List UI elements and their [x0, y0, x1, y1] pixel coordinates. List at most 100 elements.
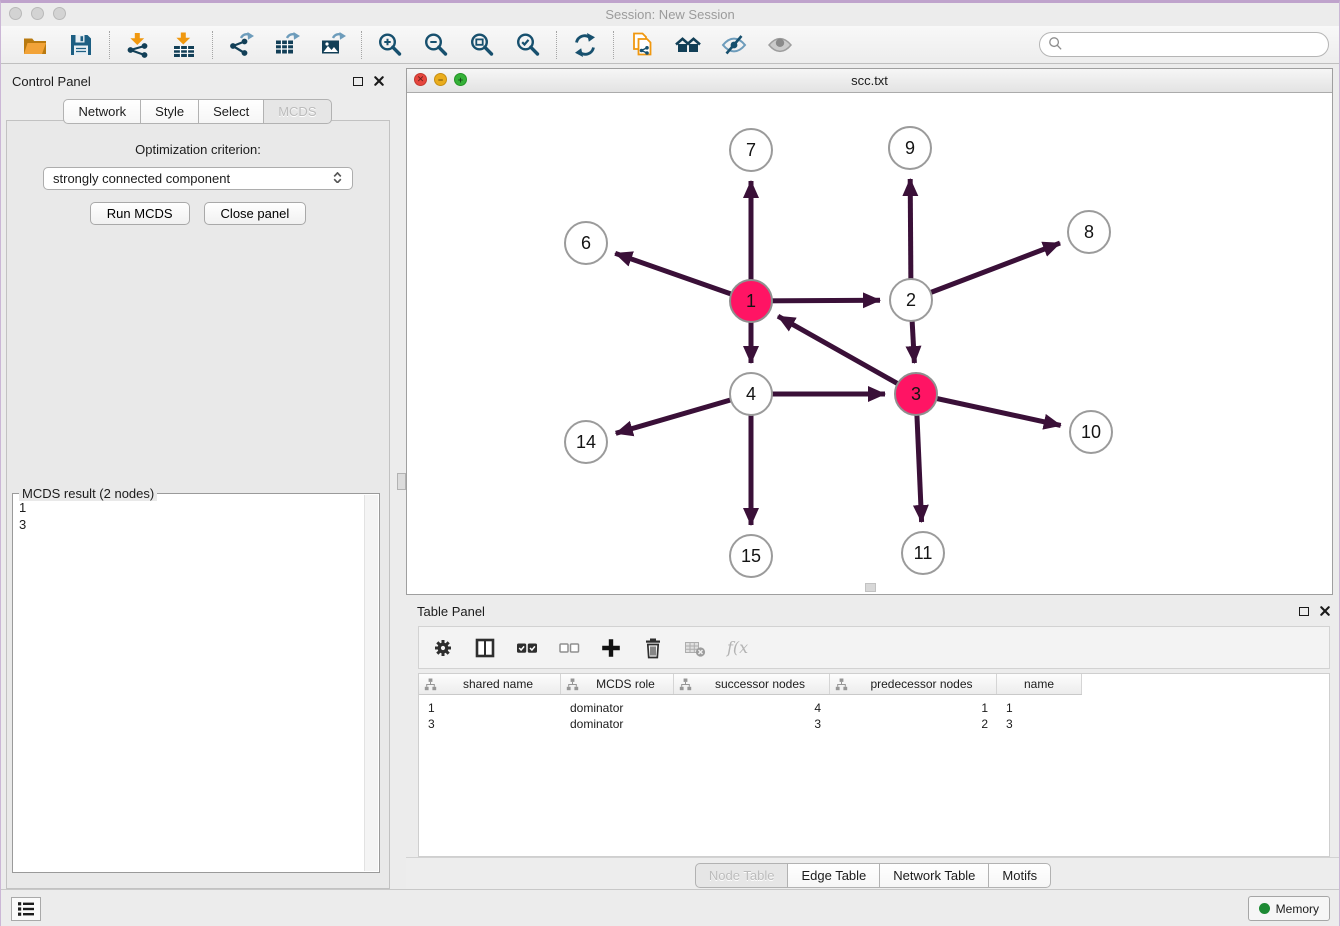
- close-x-icon: [374, 76, 384, 86]
- minimize-window-button[interactable]: [31, 7, 44, 20]
- export-image-button[interactable]: [320, 32, 346, 58]
- graph-node-2[interactable]: 2: [890, 279, 932, 321]
- zoom-fit-button[interactable]: [469, 32, 495, 58]
- tab-select[interactable]: Select: [198, 99, 264, 124]
- window-controls[interactable]: [9, 7, 66, 20]
- close-panel-button[interactable]: Close panel: [204, 202, 307, 225]
- network-minimize-button[interactable]: −: [434, 73, 447, 86]
- save-session-button[interactable]: [68, 32, 94, 58]
- table-row[interactable]: 1dominator411: [419, 700, 1329, 716]
- graph-node-1[interactable]: 1: [730, 280, 772, 322]
- graph-node-14[interactable]: 14: [565, 421, 607, 463]
- delete-columns-button[interactable]: [641, 636, 665, 660]
- close-table-panel-icon[interactable]: [1320, 604, 1330, 619]
- table-cell[interactable]: 3: [419, 717, 561, 731]
- network-maximize-button[interactable]: +: [454, 73, 467, 86]
- node-label: 7: [746, 140, 756, 160]
- edge-3-1[interactable]: [778, 316, 916, 394]
- table-tab-edge-table[interactable]: Edge Table: [787, 863, 880, 888]
- table-cell[interactable]: 1: [830, 701, 997, 715]
- graph-node-10[interactable]: 10: [1070, 411, 1112, 453]
- close-x-icon: [1320, 606, 1330, 616]
- search-input[interactable]: [1067, 36, 1320, 53]
- run-mcds-button[interactable]: Run MCDS: [90, 202, 190, 225]
- import-network-button[interactable]: [125, 32, 151, 58]
- table-header-row: shared nameMCDS rolesuccessor nodes prede…: [419, 674, 1082, 695]
- show-all-button[interactable]: [767, 32, 793, 58]
- table-cell[interactable]: 3: [674, 717, 830, 731]
- edge-3-10[interactable]: [916, 394, 1061, 425]
- table-cell[interactable]: 1: [997, 701, 1082, 715]
- zoom-selected-button[interactable]: [515, 32, 541, 58]
- table-cell[interactable]: 1: [419, 701, 561, 715]
- open-file-button[interactable]: [22, 32, 48, 58]
- float-panel-icon[interactable]: [353, 77, 363, 86]
- close-window-button[interactable]: [9, 7, 22, 20]
- criterion-select[interactable]: strongly connected component: [43, 167, 353, 190]
- table-cell[interactable]: dominator: [561, 717, 674, 731]
- export-table-button[interactable]: [274, 32, 300, 58]
- toolbar-group: [362, 32, 556, 58]
- result-scrollbar[interactable]: [364, 495, 378, 871]
- graph-node-3[interactable]: 3: [895, 373, 937, 415]
- network-canvas[interactable]: 7 9 6 8 1 2 4 3 14 10 15 11: [407, 93, 1332, 594]
- column-label: predecessor nodes: [852, 677, 991, 691]
- deselect-all-rows-button[interactable]: [557, 636, 581, 660]
- column-header-predecessor-nodes[interactable]: predecessor nodes: [830, 674, 997, 694]
- task-history-button[interactable]: [11, 897, 41, 921]
- table-cell[interactable]: 2: [830, 717, 997, 731]
- table-tab-node-table[interactable]: Node Table: [695, 863, 789, 888]
- select-all-rows-button[interactable]: [515, 636, 539, 660]
- first-neighbors-button[interactable]: [675, 32, 701, 58]
- graph-node-4[interactable]: 4: [730, 373, 772, 415]
- zoom-out-button[interactable]: [423, 32, 449, 58]
- export-network-button[interactable]: [228, 32, 254, 58]
- tree-icon: [835, 678, 848, 691]
- network-close-button[interactable]: ✕: [414, 73, 427, 86]
- table-tab-motifs[interactable]: Motifs: [988, 863, 1051, 888]
- zoom-fit-icon: [469, 32, 495, 58]
- zoom-out-icon: [423, 32, 449, 58]
- node-label: 15: [741, 546, 761, 566]
- network-window-titlebar: ✕ − + scc.txt: [407, 69, 1332, 93]
- graph-node-11[interactable]: 11: [902, 532, 944, 574]
- column-header-name[interactable]: name: [997, 674, 1082, 694]
- zoom-window-button[interactable]: [53, 7, 66, 20]
- edge-2-8[interactable]: [911, 243, 1060, 300]
- graph-node-8[interactable]: 8: [1068, 211, 1110, 253]
- table-row[interactable]: 3dominator323: [419, 716, 1329, 732]
- graph-node-9[interactable]: 9: [889, 127, 931, 169]
- table-mode-button[interactable]: [431, 636, 455, 660]
- hide-selected-button[interactable]: [721, 32, 747, 58]
- search-box[interactable]: [1039, 32, 1329, 57]
- canvas-resize-grip[interactable]: [865, 583, 876, 592]
- clone-network-button[interactable]: [629, 32, 655, 58]
- table-cell[interactable]: dominator: [561, 701, 674, 715]
- table-tabs-strip: Node TableEdge TableNetwork TableMotifs: [406, 857, 1340, 893]
- memory-button[interactable]: Memory: [1248, 896, 1330, 921]
- float-table-panel-icon[interactable]: [1299, 607, 1309, 616]
- table-tab-network-table[interactable]: Network Table: [879, 863, 989, 888]
- close-panel-icon[interactable]: [374, 74, 384, 89]
- zoom-in-button[interactable]: [377, 32, 403, 58]
- control-panel-header: Control Panel: [1, 68, 395, 94]
- import-table-button[interactable]: [171, 32, 197, 58]
- table-cell[interactable]: 4: [674, 701, 830, 715]
- tab-mcds[interactable]: MCDS: [263, 99, 331, 124]
- tab-network[interactable]: Network: [63, 99, 141, 124]
- column-header-shared-name[interactable]: shared name: [419, 674, 561, 694]
- graph-node-7[interactable]: 7: [730, 129, 772, 171]
- graph-node-15[interactable]: 15: [730, 535, 772, 577]
- create-column-button[interactable]: [599, 636, 623, 660]
- column-header-MCDS-role[interactable]: MCDS role: [561, 674, 674, 694]
- show-columns-button[interactable]: [473, 636, 497, 660]
- toolbar-group: [557, 32, 613, 58]
- graph-node-6[interactable]: 6: [565, 222, 607, 264]
- column-header-successor-nodes[interactable]: successor nodes: [674, 674, 830, 694]
- panel-splitter-handle[interactable]: [397, 473, 406, 490]
- apply-layout-button[interactable]: [572, 32, 598, 58]
- table-cell[interactable]: 3: [997, 717, 1082, 731]
- network-window-title: scc.txt: [851, 73, 888, 88]
- result-line: 1: [19, 499, 357, 516]
- tab-style[interactable]: Style: [140, 99, 199, 124]
